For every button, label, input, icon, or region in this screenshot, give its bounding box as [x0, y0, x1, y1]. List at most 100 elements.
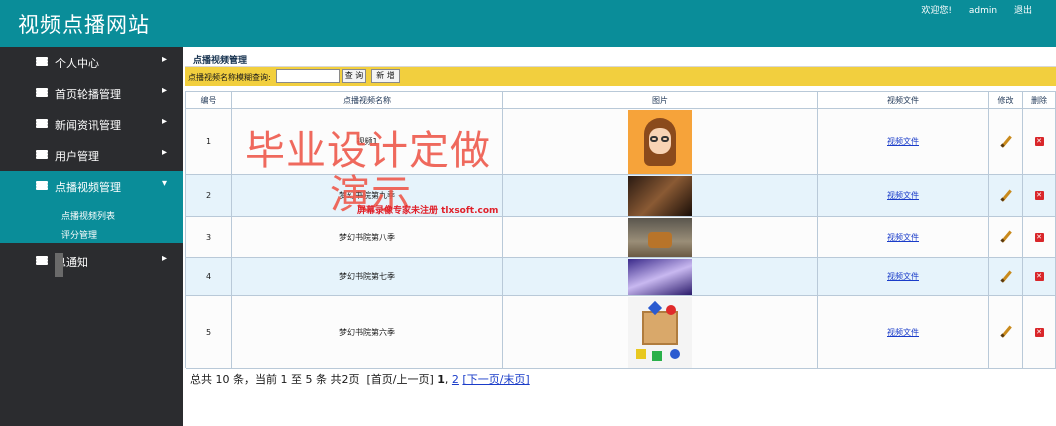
table-row-2-edit [989, 175, 1023, 217]
site-title: 视频点播网站 [18, 13, 150, 37]
table-row-1-delete: ✕ [1023, 109, 1056, 175]
video-thumbnail [628, 217, 692, 257]
table-row-4-delete: ✕ [1023, 258, 1056, 296]
sidebar-item-users[interactable]: 用户管理 ▸ [0, 140, 183, 171]
table-row-3-file: 视频文件 [818, 217, 989, 258]
table-row-1-edit [989, 109, 1023, 175]
sidebar-item-video-management[interactable]: 点播视频管理 ▾ [0, 171, 183, 202]
chevron-right-icon: ▸ [162, 116, 168, 127]
table-row-5-edit [989, 296, 1023, 369]
panel-header: 点播视频管理 [185, 49, 1056, 67]
table-row-5-id: 5 [186, 296, 232, 369]
sidebar-item-news[interactable]: 新闻资讯管理 ▸ [0, 109, 183, 140]
sidebar: 个人中心 ▸ 首页轮播管理 ▸ 新闻资讯管理 ▸ 用户管理 ▸ 点播视频管理 ▾… [0, 47, 183, 426]
chevron-right-icon: ▸ [162, 147, 168, 158]
main-content: 点播视频管理 点播视频名称模糊查询: 查 询 新 增 编号 点播视频名称 图片 … [185, 47, 1056, 426]
video-thumbnail [628, 296, 692, 368]
menu-stack-icon [36, 88, 48, 98]
menu-stack-icon [36, 119, 48, 129]
table-row-5-image [503, 296, 818, 369]
video-thumbnail [628, 109, 692, 174]
top-header: 视频点播网站 欢迎您! admin 退出 [0, 0, 1056, 47]
table-row-5-name: 梦幻书院第六季 [232, 296, 503, 369]
submenu-item-rating[interactable]: 评分管理 [61, 228, 97, 241]
add-button[interactable]: 新 增 [371, 69, 400, 83]
chevron-right-icon: ▸ [162, 253, 168, 264]
search-input[interactable] [276, 69, 340, 83]
chevron-down-icon: ▾ [162, 178, 168, 189]
column-header-delete: 删除 [1023, 92, 1056, 109]
table-row-4-image [503, 258, 818, 296]
video-file-link[interactable]: 视频文件 [887, 190, 919, 201]
table-row-4-edit [989, 258, 1023, 296]
delete-icon[interactable]: ✕ [1034, 191, 1044, 200]
sidebar-item-carousel[interactable]: 首页轮播管理 ▸ [0, 78, 183, 109]
pager-page-2[interactable]: 2 [452, 373, 459, 386]
recorder-watermark: 屏幕录像专家未注册 tlxsoft.com [357, 206, 499, 216]
pencil-icon[interactable] [999, 325, 1013, 339]
pager-summary: 总共 10 条，当前 1 至 5 条 共2页 [190, 373, 360, 386]
sidebar-item-label: 点播视频管理 [55, 181, 121, 194]
column-header-image: 图片 [503, 92, 818, 109]
table-row-4-file: 视频文件 [818, 258, 989, 296]
menu-stack-icon [36, 57, 48, 67]
logout-link[interactable]: 退出 [1014, 6, 1032, 16]
table-row-3-id: 3 [186, 217, 232, 258]
delete-icon[interactable]: ✕ [1034, 272, 1044, 281]
table-row-1-image [503, 109, 818, 175]
chevron-right-icon: ▸ [162, 54, 168, 65]
search-bar: 点播视频名称模糊查询: 查 询 新 增 [185, 67, 1056, 86]
search-label: 点播视频名称模糊查询: [188, 73, 271, 82]
top-user-links: 欢迎您! admin 退出 [907, 3, 1032, 16]
menu-stack-icon [36, 150, 48, 160]
pencil-icon[interactable] [999, 270, 1013, 284]
chevron-right-icon: ▸ [162, 85, 168, 96]
table-row-2-delete: ✕ [1023, 175, 1056, 217]
sidebar-item-notifications[interactable]: 息通知 ▸ [0, 246, 183, 277]
table-row-3-name: 梦幻书院第八季 [232, 217, 503, 258]
pager-first-prev: [首页/上一页] [366, 373, 434, 386]
sidebar-item-personal-center[interactable]: 个人中心 ▸ [0, 47, 183, 78]
table-row-2-file: 视频文件 [818, 175, 989, 217]
column-header-edit: 修改 [989, 92, 1023, 109]
table-row-3-image [503, 217, 818, 258]
sidebar-item-label: 个人中心 [55, 57, 99, 70]
sidebar-item-label: 首页轮播管理 [55, 88, 121, 101]
pager-next-last[interactable]: [下一页/末页] [462, 373, 529, 386]
pencil-icon[interactable] [999, 230, 1013, 244]
table-row-4-id: 4 [186, 258, 232, 296]
table-row-1-file: 视频文件 [818, 109, 989, 175]
video-thumbnail [628, 175, 692, 216]
sidebar-item-label: 新闻资讯管理 [55, 119, 121, 132]
table-row-2-id: 2 [186, 175, 232, 217]
column-header-file: 视频文件 [818, 92, 989, 109]
search-button[interactable]: 查 询 [342, 69, 366, 83]
sidebar-submenu: 点播视频列表 评分管理 [0, 202, 183, 243]
table-row-1-id: 1 [186, 109, 232, 175]
pager-current-page: 1 [437, 373, 445, 386]
pencil-icon[interactable] [999, 135, 1013, 149]
column-header-name: 点播视频名称 [232, 92, 503, 109]
username-link[interactable]: admin [969, 6, 997, 16]
delete-icon[interactable]: ✕ [1034, 137, 1044, 146]
table-row-2-image [503, 175, 818, 217]
video-file-link[interactable]: 视频文件 [887, 136, 919, 147]
video-file-link[interactable]: 视频文件 [887, 271, 919, 282]
table-row-5-file: 视频文件 [818, 296, 989, 369]
cursor-highlight-bar [55, 253, 63, 277]
pencil-icon[interactable] [999, 189, 1013, 203]
column-header-id: 编号 [186, 92, 232, 109]
menu-stack-icon [36, 256, 48, 266]
pagination: 总共 10 条，当前 1 至 5 条 共2页 [首页/上一页] 1, 2 [下一… [190, 373, 530, 386]
sidebar-item-label: 用户管理 [55, 150, 99, 163]
table-row-3-edit [989, 217, 1023, 258]
menu-stack-icon [36, 181, 48, 191]
table-row-3-delete: ✕ [1023, 217, 1056, 258]
table-row-4-name: 梦幻书院第七季 [232, 258, 503, 296]
page-title: 点播视频管理 [193, 56, 248, 66]
video-file-link[interactable]: 视频文件 [887, 327, 919, 338]
delete-icon[interactable]: ✕ [1034, 327, 1044, 337]
submenu-item-video-list[interactable]: 点播视频列表 [61, 209, 115, 222]
delete-icon[interactable]: ✕ [1034, 232, 1044, 242]
video-file-link[interactable]: 视频文件 [887, 232, 919, 243]
